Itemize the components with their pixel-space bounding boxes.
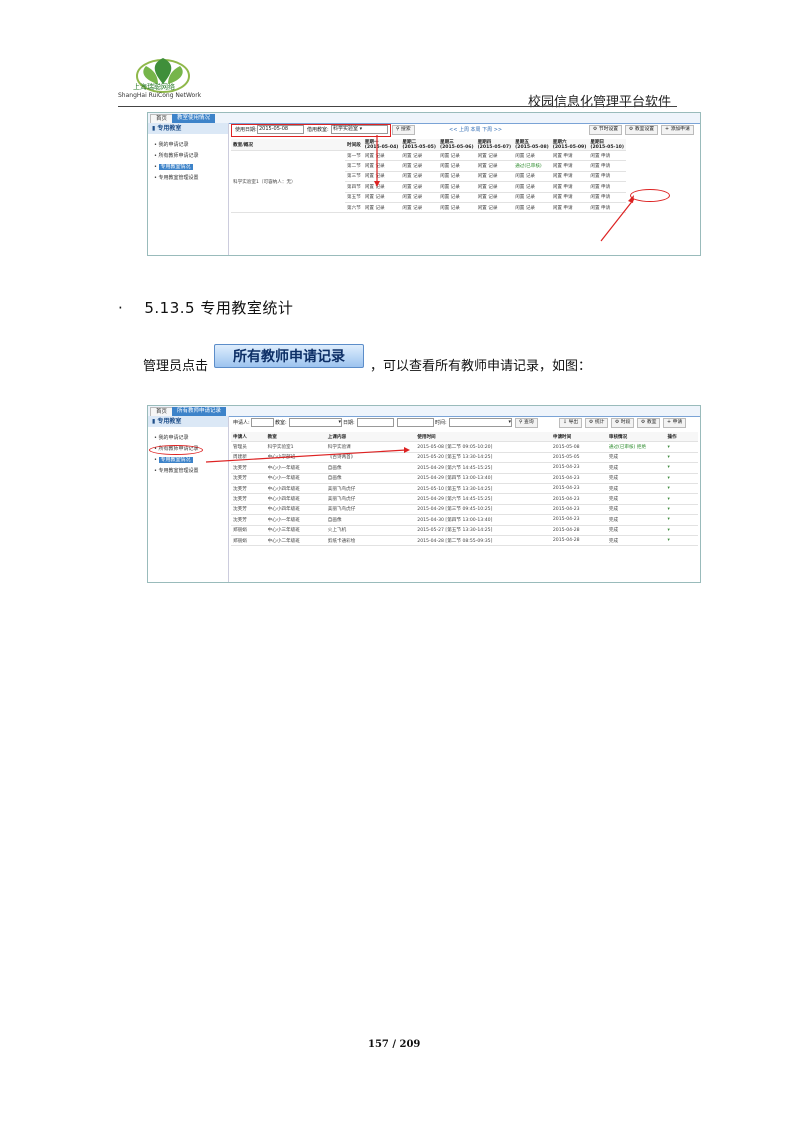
sidebar-item-all-records[interactable]: • 所有教师申请记录 bbox=[148, 151, 228, 162]
annotation-arrow bbox=[205, 447, 410, 463]
main-panel: 使用日期: 2015-05-08 借用教室: 科学实验室 ▾ ⚲ 搜索 << 上… bbox=[229, 123, 700, 255]
section-heading: · 5.13.5 专用教室统计 bbox=[118, 299, 294, 317]
logo-text-en: ShangHai RuiCong NetWork bbox=[118, 92, 202, 99]
sidebar-item-my-records[interactable]: • 我的申请记录 bbox=[148, 140, 228, 151]
all-teacher-records-button[interactable]: 所有教师申请记录 bbox=[214, 344, 364, 368]
header-divider bbox=[118, 106, 677, 107]
para-text-before: 管理员点击 bbox=[143, 359, 209, 374]
arrow-line-2 bbox=[600, 198, 635, 242]
screenshot-all-records: 首页 所有教师申请记录 ▮ 专用教室 • 我的申请记录 • 所有教师申请记录 •… bbox=[147, 405, 701, 583]
arrow-head-1 bbox=[374, 181, 380, 187]
header-title: 校园信息化管理平台软件 bbox=[528, 95, 672, 110]
tab-classroom-usage[interactable]: 教室使用情况 bbox=[172, 114, 216, 123]
arrow-line bbox=[205, 449, 407, 463]
main-panel: 申请人: 教室: ▾ 日期: 时间: ▾ ⚲ 查询 ⇩ 导出 ⚙ 统计 ⚙ 时段… bbox=[205, 416, 700, 582]
para-text-after: ，可以查看所有教师申请记录，如图： bbox=[370, 359, 592, 374]
arrow-head bbox=[404, 447, 410, 453]
arrow-head-2 bbox=[628, 195, 634, 203]
page-number: 157 / 209 bbox=[368, 1039, 421, 1050]
sidebar-item-room-status[interactable]: • 专用教室情况 bbox=[148, 162, 228, 173]
logo-text-cn: 上海瑞聪网络 bbox=[133, 83, 175, 91]
sidebar-title: ▮ 专用教室 bbox=[148, 123, 228, 134]
sidebar: ▮ 专用教室 • 我的申请记录 • 所有教师申请记录 • 专用教室情况 • 专用… bbox=[148, 123, 229, 255]
annotation-arrows bbox=[374, 135, 635, 242]
sidebar-item-room-settings[interactable]: • 专用教室管理设置 bbox=[148, 173, 228, 184]
screenshot-classroom-usage: 首页 教室使用情况 ▮ 专用教室 • 我的申请记录 • 所有教师申请记录 • 专… bbox=[147, 112, 701, 256]
